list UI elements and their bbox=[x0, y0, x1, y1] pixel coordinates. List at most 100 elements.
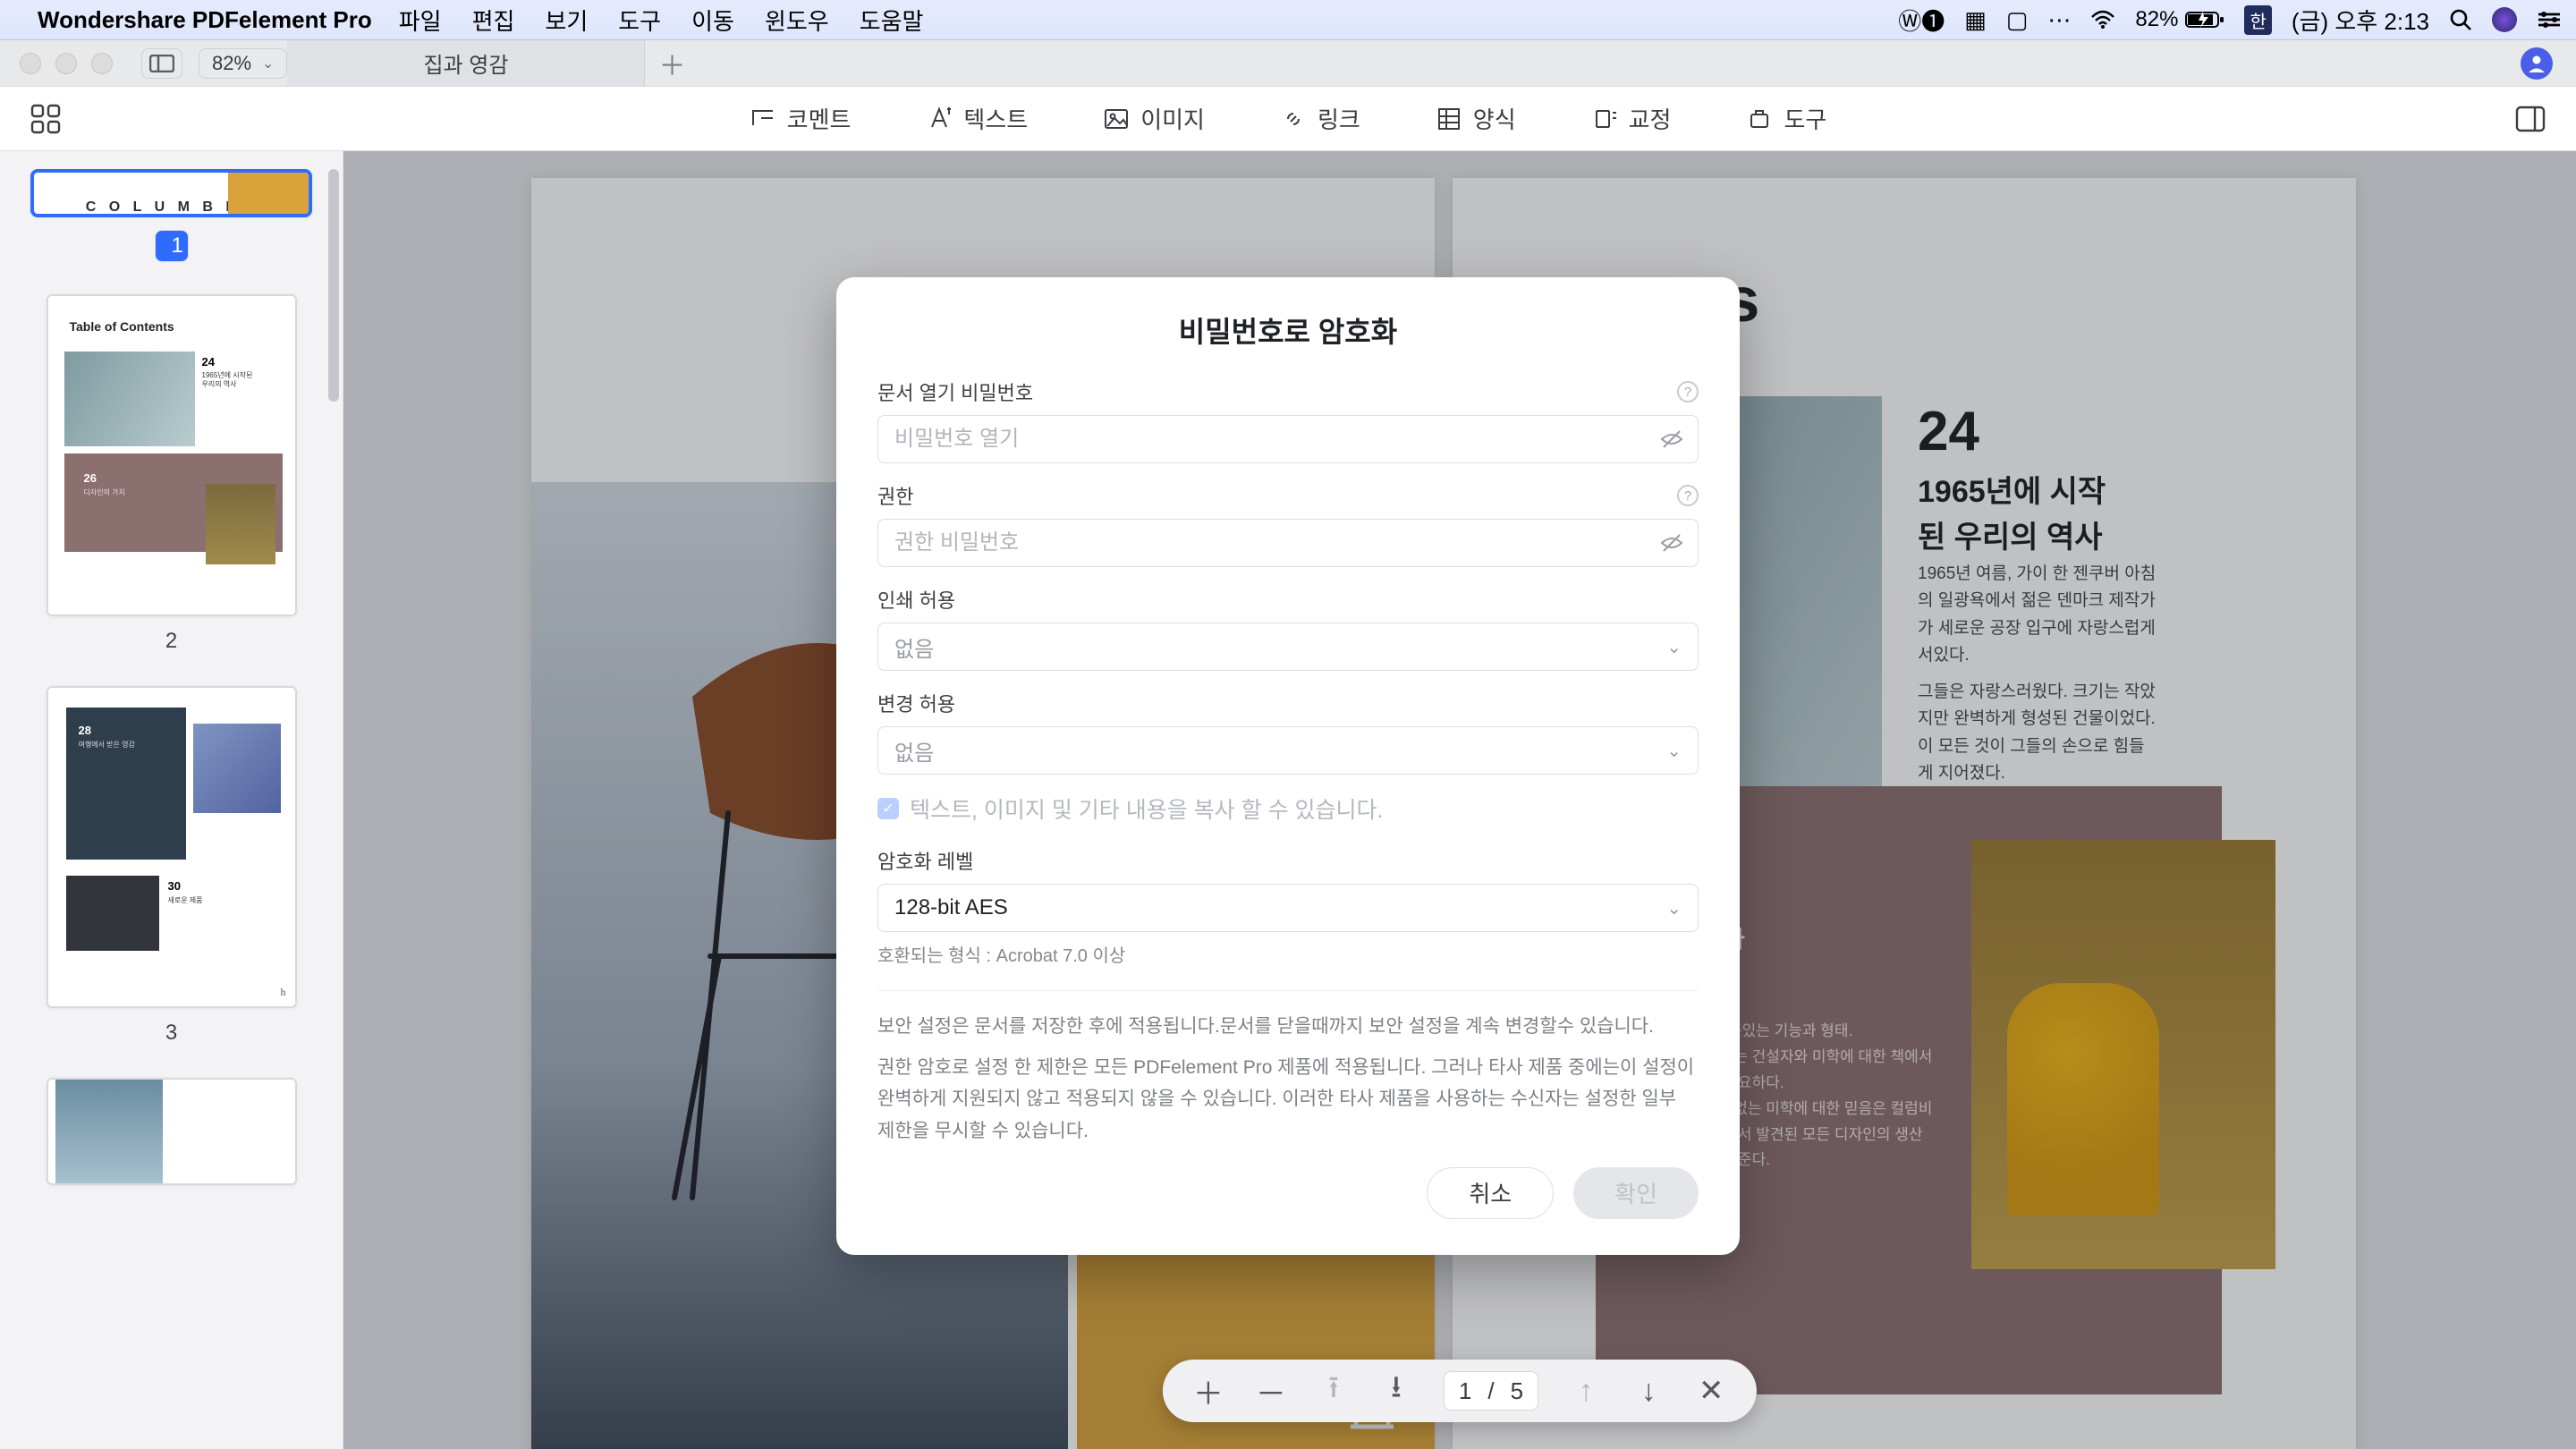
chevron-down-icon: ⌄ bbox=[262, 55, 274, 72]
zoom-window-button[interactable] bbox=[91, 53, 113, 74]
thumbnail-number-2: 2 bbox=[30, 629, 312, 654]
zoom-dropdown[interactable]: 82% ⌄ bbox=[199, 48, 287, 79]
compat-hint: 호환되는 형식 : Acrobat 7.0 이상 bbox=[877, 941, 1699, 967]
checkbox-checked-icon: ✓ bbox=[877, 798, 899, 819]
tool-link[interactable]: 링크 bbox=[1280, 102, 1360, 135]
change-allow-select[interactable]: 없음 ⌄ bbox=[877, 726, 1699, 775]
first-page-button[interactable]: ⭱ bbox=[1318, 1366, 1349, 1417]
print-allow-label: 인쇄 허용 bbox=[877, 585, 955, 614]
encryption-level-select[interactable]: 128-bit AES ⌄ bbox=[877, 884, 1699, 932]
thumb3-photo-b bbox=[66, 876, 159, 951]
permission-password-label: 권한 bbox=[877, 481, 913, 510]
dialog-title: 비밀번호로 암호화 bbox=[877, 309, 1699, 351]
thumbnail-page-2[interactable]: Table of Contents 24 1965년에 시작된우리의 역사 26… bbox=[47, 294, 297, 616]
toggle-visibility-open-icon[interactable] bbox=[1659, 427, 1684, 452]
chevron-down-icon: ⌄ bbox=[1666, 740, 1682, 762]
macos-menubar: Wondershare PDFelement Pro 파일 편집 보기 도구 이… bbox=[0, 0, 2576, 39]
statusbar-app2-icon[interactable]: ▦ bbox=[1964, 6, 1987, 34]
tool-text-label: 텍스트 bbox=[963, 102, 1028, 135]
thumb1-accent bbox=[228, 169, 309, 214]
close-window-button[interactable] bbox=[20, 53, 41, 74]
last-page-button[interactable]: ⭳ bbox=[1381, 1366, 1411, 1417]
panel-toggle-button[interactable] bbox=[2515, 106, 2546, 132]
thumb2-photo-a bbox=[64, 352, 195, 446]
airplay-icon[interactable]: ▢ bbox=[2006, 6, 2029, 34]
page-sep: / bbox=[1487, 1377, 1494, 1405]
encrypt-password-dialog: 비밀번호로 암호화 문서 열기 비밀번호 ? 권한 ? 인쇄 허용 없음 ⌄ 변… bbox=[836, 277, 1740, 1255]
ime-indicator[interactable]: 한 bbox=[2244, 5, 2271, 35]
minimize-window-button[interactable] bbox=[55, 53, 77, 74]
zoom-in-button[interactable]: ＋ bbox=[1193, 1369, 1224, 1413]
tool-link-label: 링크 bbox=[1318, 102, 1360, 135]
thumbnail-page-3[interactable]: 28 여행에서 받은 영감 30 새로운 제품 h bbox=[47, 686, 297, 1008]
ok-button[interactable]: 확인 bbox=[1573, 1167, 1699, 1219]
window-titlebar: 82% ⌄ 집과 영감 ＋ bbox=[0, 40, 2576, 87]
menu-tools[interactable]: 도구 bbox=[618, 4, 661, 37]
menu-view[interactable]: 보기 bbox=[545, 4, 588, 37]
siri-icon[interactable] bbox=[2492, 7, 2517, 32]
main-toolbar: 코멘트 텍스트 이미지 링크 양식 교정 도구 bbox=[0, 87, 2576, 151]
permission-password-input[interactable] bbox=[877, 519, 1699, 567]
thumbnail-sidebar: C O L U M B I A C O L L E C T I V E 집안에서… bbox=[0, 151, 343, 1449]
spotlight-icon[interactable] bbox=[2449, 8, 2472, 31]
print-allow-select[interactable]: 없음 ⌄ bbox=[877, 623, 1699, 671]
next-page-button[interactable]: ↓ bbox=[1633, 1374, 1664, 1409]
zoom-value: 82% bbox=[212, 52, 251, 75]
tool-tools[interactable]: 도구 bbox=[1746, 102, 1826, 135]
page-number-box[interactable]: 1 / 5 bbox=[1444, 1371, 1538, 1411]
tool-image-label: 이미지 bbox=[1140, 102, 1205, 135]
add-tab-button[interactable]: ＋ bbox=[645, 40, 699, 86]
menu-edit[interactable]: 편집 bbox=[472, 4, 515, 37]
help-open-password-icon[interactable]: ? bbox=[1677, 381, 1699, 402]
thumb2-toc: Table of Contents bbox=[70, 319, 174, 334]
change-allow-label: 변경 허용 bbox=[877, 689, 955, 717]
thumbnail-page-1[interactable]: C O L U M B I A C O L L E C T I V E 집안에서… bbox=[30, 169, 312, 217]
sidebar-scrollbar[interactable] bbox=[328, 169, 339, 402]
clock[interactable]: (금) 오후 2:13 bbox=[2292, 4, 2429, 37]
copy-content-checkbox[interactable]: ✓ 텍스트, 이미지 및 기타 내용을 복사 할 수 있습니다. bbox=[877, 792, 1699, 825]
window-controls bbox=[0, 53, 132, 74]
tool-form-label: 양식 bbox=[1473, 102, 1516, 135]
thumbnail-number-1: 1 bbox=[155, 230, 189, 262]
thumb4-photo bbox=[55, 1080, 163, 1183]
security-note-2: 권한 암호로 설정 한 제한은 모든 PDFelement Pro 제품에 적용… bbox=[877, 1052, 1699, 1148]
control-center-icon[interactable] bbox=[2537, 10, 2562, 30]
help-permission-icon[interactable]: ? bbox=[1677, 485, 1699, 506]
zoom-out-button[interactable]: － bbox=[1256, 1369, 1286, 1413]
statusbar-app1-icon[interactable]: Ⓦ❶ bbox=[1898, 4, 1945, 37]
tool-comment[interactable]: 코멘트 bbox=[750, 102, 852, 135]
thumb2-photo-b bbox=[206, 484, 275, 564]
toggle-visibility-perm-icon[interactable] bbox=[1659, 530, 1684, 555]
cancel-button[interactable]: 취소 bbox=[1427, 1167, 1554, 1219]
tool-form[interactable]: 양식 bbox=[1436, 102, 1516, 135]
menu-go[interactable]: 이동 bbox=[691, 4, 734, 37]
tool-review-label: 교정 bbox=[1629, 102, 1672, 135]
open-password-input[interactable] bbox=[877, 415, 1699, 463]
battery-status[interactable]: 82% bbox=[2135, 7, 2224, 32]
tool-review[interactable]: 교정 bbox=[1591, 102, 1672, 135]
thumbnail-page-4[interactable] bbox=[47, 1078, 297, 1185]
tool-image[interactable]: 이미지 bbox=[1103, 102, 1205, 135]
prev-page-button[interactable]: ↑ bbox=[1571, 1374, 1601, 1409]
sidebar-toggle-button[interactable] bbox=[141, 48, 182, 79]
close-navbar-button[interactable]: ✕ bbox=[1696, 1373, 1726, 1409]
bluetooth-icon[interactable]: ⋯ bbox=[2047, 6, 2071, 34]
chevron-down-icon: ⌄ bbox=[1666, 636, 1682, 658]
account-avatar[interactable] bbox=[2521, 47, 2553, 80]
menu-window[interactable]: 윈도우 bbox=[765, 4, 829, 37]
thumb3-photo-a bbox=[193, 724, 281, 813]
print-allow-value: 없음 bbox=[894, 631, 934, 663]
tool-text[interactable]: 텍스트 bbox=[926, 102, 1028, 135]
thumbnail-number-3: 3 bbox=[30, 1021, 312, 1046]
app-menu[interactable]: Wondershare PDFelement Pro bbox=[38, 6, 372, 34]
total-pages: 5 bbox=[1511, 1377, 1523, 1405]
encryption-level-label: 암호화 레벨 bbox=[877, 846, 973, 875]
wifi-icon[interactable] bbox=[2090, 10, 2115, 30]
menu-help[interactable]: 도움말 bbox=[860, 4, 924, 37]
chevron-down-icon: ⌄ bbox=[1666, 897, 1682, 919]
divider bbox=[877, 990, 1699, 991]
change-allow-value: 없음 bbox=[894, 735, 934, 767]
document-tab[interactable]: 집과 영감 bbox=[287, 40, 645, 86]
apps-grid-button[interactable] bbox=[30, 104, 61, 134]
menu-file[interactable]: 파일 bbox=[399, 4, 442, 37]
